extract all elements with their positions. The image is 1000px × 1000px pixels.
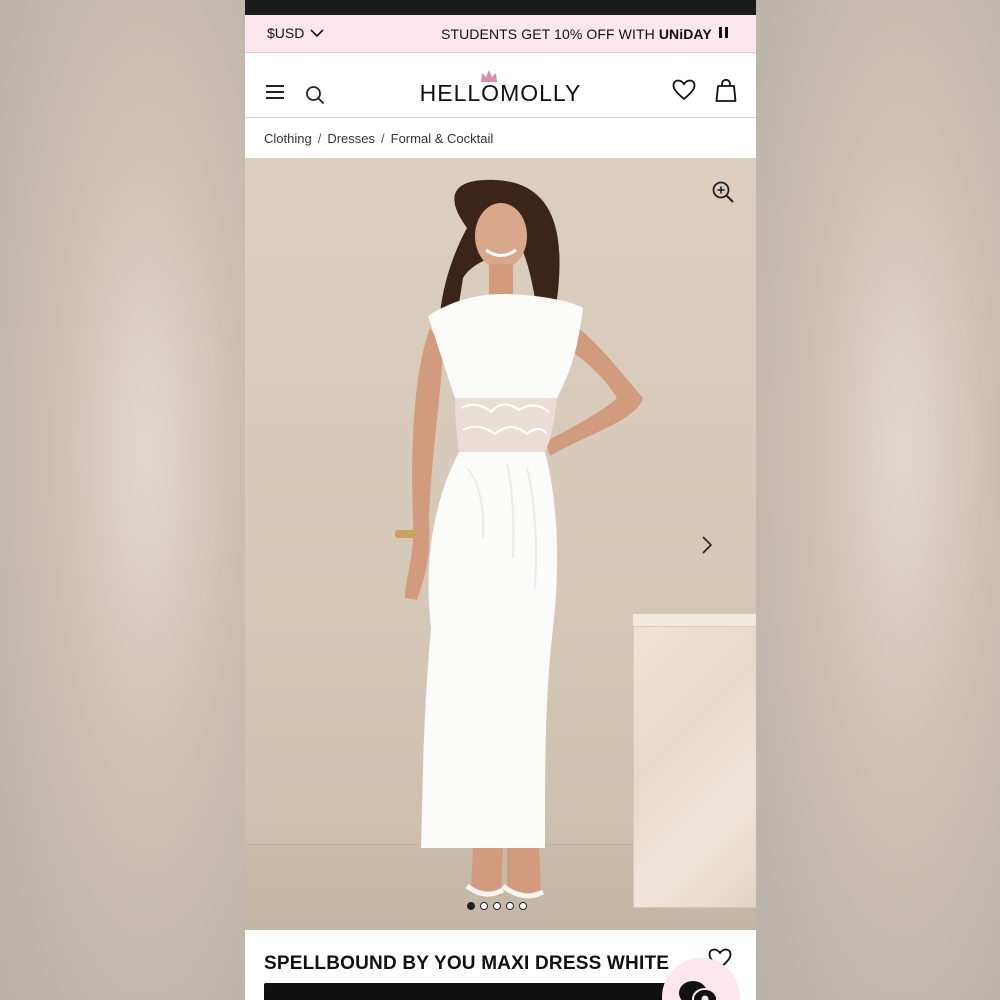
bag-icon[interactable] <box>714 78 738 103</box>
gallery-dot-2[interactable] <box>480 902 488 910</box>
breadcrumb-item-formal-cocktail[interactable]: Formal & Cocktail <box>391 131 494 146</box>
zoom-in-icon[interactable] <box>711 180 735 204</box>
promo-brand: UNiDAY <box>658 26 712 42</box>
heart-icon[interactable] <box>672 79 696 101</box>
breadcrumb: Clothing / Dresses / Formal & Cocktail <box>245 118 756 158</box>
chat-icon <box>679 981 718 1000</box>
currency-label: $USD <box>267 25 305 41</box>
breadcrumb-item-clothing[interactable]: Clothing <box>264 131 312 146</box>
promo-message-text: STUDENTS GET 10% OFF WITH <box>441 26 659 42</box>
promo-message[interactable]: STUDENTS GET 10% OFF WITH UNiDAY <box>441 26 712 42</box>
breadcrumb-item-dresses[interactable]: Dresses <box>327 131 375 146</box>
promo-bar: $USD STUDENTS GET 10% OFF WITH UNiDAY <box>245 15 756 53</box>
background-right <box>755 0 1000 1000</box>
chevron-right-icon[interactable] <box>701 535 713 555</box>
gallery-dot-3[interactable] <box>493 902 501 910</box>
currency-selector[interactable]: $USD <box>267 25 324 41</box>
breadcrumb-separator: / <box>381 131 385 146</box>
pause-icon[interactable] <box>719 27 728 38</box>
breadcrumb-separator: / <box>317 131 322 146</box>
model-figure <box>395 179 643 899</box>
background-left <box>0 0 245 1000</box>
gallery-dot-4[interactable] <box>506 902 514 910</box>
gallery-pagination <box>467 902 527 910</box>
site-header: HELLOMOLLY <box>245 53 756 118</box>
status-bar <box>245 0 756 15</box>
chevron-down-icon <box>310 28 324 37</box>
gallery-dot-1[interactable] <box>467 902 475 910</box>
mobile-page: $USD STUDENTS GET 10% OFF WITH UNiDAY HE… <box>245 0 756 1000</box>
product-title: SPELLBOUND BY YOU MAXI DRESS WHITE <box>264 953 670 974</box>
gallery-dot-5[interactable] <box>519 902 527 910</box>
product-image-gallery[interactable] <box>245 158 756 930</box>
